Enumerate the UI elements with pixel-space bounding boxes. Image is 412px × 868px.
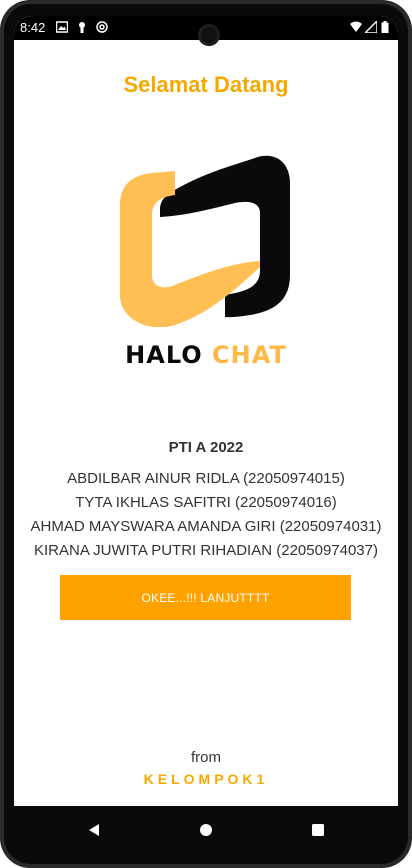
brand-halo: HALO [125, 341, 203, 369]
from-label: from [191, 749, 221, 766]
members-list: ABDILBAR AINUR RIDLA (22050974015) TYTA … [14, 467, 398, 563]
brand-chat: CHAT [212, 341, 287, 369]
brand-wordmark: HALO CHAT [14, 341, 398, 369]
halo-chat-logo [120, 155, 290, 327]
member-item: ABDILBAR AINUR RIDLA (22050974015) [67, 470, 345, 487]
member-item: AHMAD MAYSWARA AMANDA GIRI (22050974031) [30, 518, 382, 535]
class-title: PTI A 2022 [168, 439, 244, 456]
back-icon[interactable] [82, 818, 106, 842]
group-name: KELOMPOK1 [143, 771, 269, 787]
battery-icon [381, 21, 389, 33]
continue-button[interactable]: OKEE...!!! LANJUTTTT [60, 575, 351, 620]
vpn-icon [96, 21, 108, 33]
member-item: TYTA IKHLAS SAFITRI (22050974016) [75, 494, 337, 511]
home-icon[interactable] [194, 818, 218, 842]
member-item: KIRANA JUWITA PUTRI RIHADIAN (2205097403… [33, 542, 378, 559]
gallery-icon [56, 21, 68, 33]
recents-icon[interactable] [306, 818, 330, 842]
signal-icon [365, 21, 377, 33]
navigation-bar [14, 806, 398, 854]
status-time: 8:42 [20, 20, 46, 35]
lock-icon [79, 22, 85, 33]
wifi-icon [350, 21, 362, 32]
app-screen: 8:42 Selamat Datang HALO CHAT PTI A 2022… [14, 16, 398, 806]
welcome-title: Selamat Datang [123, 72, 289, 97]
front-camera [198, 24, 220, 46]
